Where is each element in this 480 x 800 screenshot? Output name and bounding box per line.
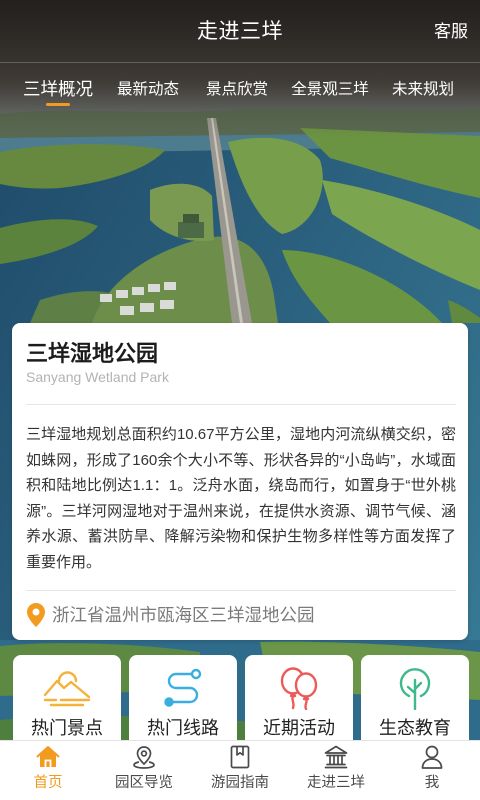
divider (26, 404, 456, 405)
address-text: 浙江省温州市瓯海区三垟湿地公园 (52, 605, 315, 625)
book-icon (230, 745, 250, 769)
nav-about-sanyang[interactable]: 走进三垟 (288, 741, 384, 800)
shortcut-label: 热门景点 (31, 718, 103, 738)
top-bar: 走进三垟 客服 (0, 0, 480, 63)
nav-home[interactable]: 首页 (0, 741, 96, 800)
landmark-icon (324, 745, 348, 769)
route-icon (164, 668, 202, 707)
nav-me[interactable]: 我 (384, 741, 480, 800)
tab-future-plan[interactable]: 未来规划 (392, 79, 454, 101)
tab-news[interactable]: 最新动态 (117, 79, 179, 101)
tab-label: 三垟概况 (23, 79, 93, 99)
nav-visitor-guide[interactable]: 游园指南 (192, 741, 288, 800)
mountain-sun-icon (43, 671, 91, 707)
tab-overview[interactable]: 三垟概况 (23, 78, 93, 106)
nav-label: 游园指南 (211, 775, 269, 791)
nav-label: 我 (424, 775, 440, 791)
home-icon (36, 746, 60, 767)
tab-active-indicator (46, 103, 70, 106)
balloons-icon (280, 667, 318, 710)
tab-panorama[interactable]: 全景观三垟 (291, 79, 369, 101)
shortcut-label: 生态教育 (379, 718, 451, 738)
customer-service-button[interactable]: 客服 (434, 21, 468, 43)
shortcut-label: 热门线路 (147, 718, 219, 738)
category-tabs: 三垟概况 最新动态 景点欣赏 全景观三垟 未来规划 (0, 63, 480, 118)
location-pin-icon (27, 603, 45, 627)
tab-scenery[interactable]: 景点欣赏 (206, 79, 268, 101)
nav-park-map[interactable]: 园区导览 (96, 741, 192, 800)
card-title: 三垟湿地公园 (26, 341, 159, 366)
app-screen: 走进三垟 客服 三垟概况 最新动态 景点欣赏 全景观三垟 未来规划 三垟湿地公园… (0, 0, 480, 800)
tab-label: 全景观三垟 (291, 81, 369, 98)
map-pin-icon (133, 746, 155, 769)
card-description: 三垟湿地规划总面积约10.67平方公里，湿地内河流纵横交织，密如蛛网，形成了16… (26, 426, 456, 571)
nav-label: 走进三垟 (307, 775, 365, 791)
card-subtitle: Sanyang Wetland Park (26, 369, 169, 385)
tab-label: 未来规划 (391, 81, 455, 98)
nav-label: 首页 (33, 775, 63, 791)
location-row[interactable]: 浙江省温州市瓯海区三垟湿地公园 (26, 602, 315, 628)
divider (26, 590, 456, 591)
intro-card: 三垟湿地公园 Sanyang Wetland Park 三垟湿地规划总面积约10… (12, 323, 468, 640)
user-icon (421, 745, 443, 769)
shortcut-label: 近期活动 (263, 718, 335, 738)
nav-label: 园区导览 (115, 775, 173, 791)
page-title: 走进三垟 (197, 20, 283, 43)
tree-icon (399, 668, 431, 710)
bottom-nav: 首页 园区导览 游园指南 走进三垟 我 (0, 740, 480, 800)
tab-label: 最新动态 (116, 81, 180, 98)
tab-label: 景点欣赏 (205, 81, 269, 98)
